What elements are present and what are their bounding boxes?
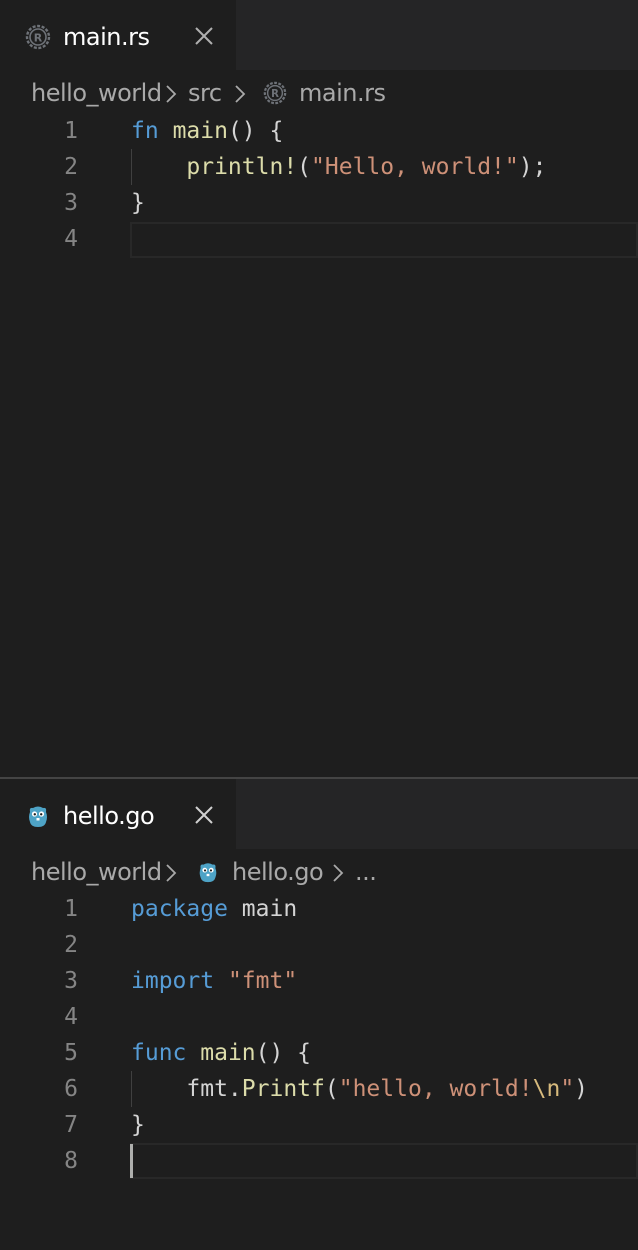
breadcrumb-file[interactable]: hello.go — [232, 855, 324, 889]
line-number: 2 — [64, 932, 78, 958]
code-line[interactable]: 6 fmt.Printf("hello, world!\n") — [0, 1071, 638, 1107]
breadcrumb: hello_world hello.go ... — [0, 851, 638, 893]
line-number: 2 — [64, 154, 78, 180]
chevron-right-icon — [166, 864, 177, 882]
code-text: fn main() { — [131, 113, 283, 149]
code-text: import "fmt" — [131, 963, 297, 999]
tab-main-rs[interactable]: R main.rs — [0, 0, 236, 70]
svg-text:R: R — [34, 32, 43, 45]
line-number: 4 — [64, 226, 78, 252]
code-token: () { — [255, 1040, 312, 1066]
code-line[interactable]: 3 import "fmt" — [0, 963, 638, 999]
breadcrumb-more[interactable]: ... — [355, 855, 377, 889]
code-editor[interactable]: 1 package main 2 3 import "fmt" 4 5 func main()… — [0, 891, 638, 1250]
line-number: 8 — [64, 1148, 78, 1174]
code-token: ) — [574, 1076, 589, 1102]
code-text: fmt.Printf("hello, world!\n") — [131, 1071, 588, 1107]
chevron-right-icon — [166, 85, 177, 103]
code-token: "hello, world! — [338, 1076, 533, 1102]
code-token: } — [131, 190, 145, 216]
code-line[interactable]: 2 println!("Hello, world!"); — [0, 149, 638, 185]
code-line[interactable]: 8 — [0, 1143, 638, 1179]
line-number: 4 — [64, 1004, 78, 1030]
breadcrumb: hello_world src R main.rs — [0, 72, 638, 114]
code-text: } — [131, 1107, 145, 1143]
code-token: "fmt" — [227, 968, 298, 994]
svg-text:R: R — [271, 89, 279, 100]
chevron-right-icon — [235, 85, 246, 103]
line-number: 7 — [64, 1112, 78, 1138]
code-text: println!("Hello, world!"); — [131, 149, 546, 185]
code-token: fn — [131, 118, 159, 144]
code-token: \n — [532, 1076, 561, 1102]
breadcrumb-file[interactable]: main.rs — [299, 76, 386, 110]
code-token: ); — [518, 154, 547, 180]
code-token: func — [131, 1040, 187, 1066]
code-line[interactable]: 5 func main() { — [0, 1035, 638, 1071]
code-token: package — [131, 896, 228, 922]
code-token: Printf — [241, 1076, 325, 1102]
code-token: import — [131, 968, 215, 994]
tab-bar: hello.go — [0, 779, 638, 849]
code-line[interactable]: 1 package main — [0, 891, 638, 927]
code-text: package main — [131, 891, 297, 927]
line-number: 1 — [64, 118, 78, 144]
rust-icon: R — [263, 81, 287, 105]
code-token: println! — [186, 154, 298, 180]
tab-hello-go[interactable]: hello.go — [0, 779, 236, 849]
tab-label: main.rs — [63, 23, 150, 51]
code-token: " — [560, 1076, 575, 1102]
code-token: } — [131, 1112, 145, 1138]
code-token: ( — [324, 1076, 339, 1102]
code-token: main — [172, 118, 228, 144]
tab-label: hello.go — [63, 802, 155, 830]
line-number: 5 — [64, 1040, 78, 1066]
breadcrumb-subfolder[interactable]: src — [188, 76, 222, 110]
go-gopher-icon — [199, 863, 217, 883]
line-number: 3 — [64, 190, 78, 216]
line-number: 6 — [64, 1076, 78, 1102]
code-line[interactable]: 7} — [0, 1107, 638, 1143]
editor-pane-main-rs: R main.rs hello_world src R main.rs 1 fn … — [0, 0, 638, 778]
code-line[interactable]: 1 fn main() { — [0, 113, 638, 149]
code-token: main — [200, 1040, 256, 1066]
code-text: } — [131, 185, 145, 221]
line-number: 3 — [64, 968, 78, 994]
close-icon[interactable] — [190, 22, 218, 50]
go-gopher-icon — [29, 806, 47, 827]
rust-icon: R — [25, 24, 51, 50]
code-token: () { — [227, 118, 284, 144]
code-token: "Hello, world!" — [311, 154, 519, 180]
breadcrumb-folder[interactable]: hello_world — [31, 855, 162, 889]
code-text: func main() { — [131, 1035, 311, 1071]
code-editor[interactable]: 1 fn main() {2 println!("Hello, world!");… — [0, 113, 638, 713]
code-token: fmt. — [131, 1076, 242, 1102]
code-line[interactable]: 4 — [0, 999, 638, 1035]
editor-pane-hello-go: hello.go hello_world hello.go ... 1 packa… — [0, 779, 638, 1250]
code-token: ( — [297, 154, 312, 180]
tab-bar: R main.rs — [0, 0, 638, 70]
breadcrumb-folder[interactable]: hello_world — [31, 76, 162, 110]
close-icon[interactable] — [190, 801, 218, 829]
code-line[interactable]: 2 — [0, 927, 638, 963]
code-line[interactable]: 4 — [0, 221, 638, 257]
code-token: main — [227, 896, 298, 922]
chevron-right-icon — [333, 864, 344, 882]
line-number: 1 — [64, 896, 78, 922]
code-line[interactable]: 3} — [0, 185, 638, 221]
